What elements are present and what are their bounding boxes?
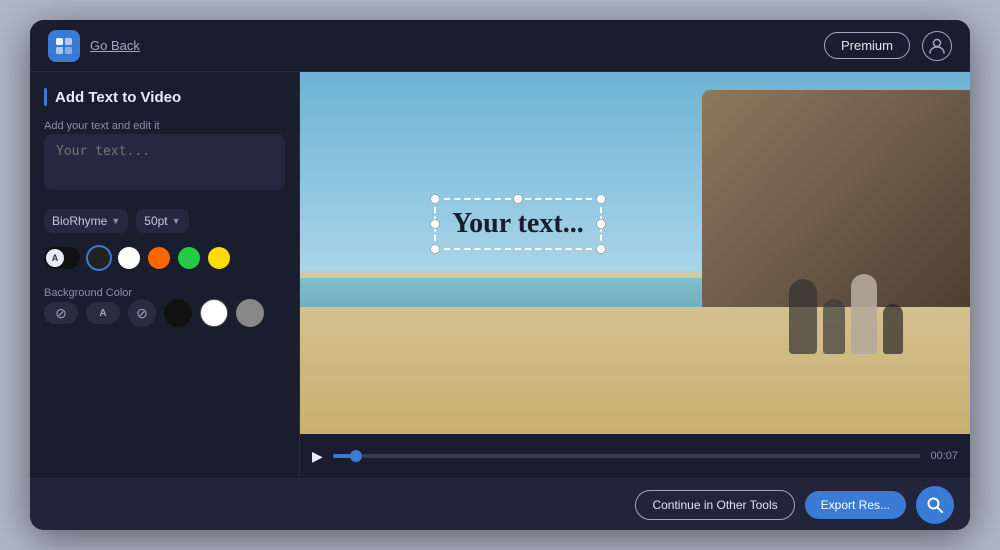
- size-chevron-icon: ▼: [172, 216, 181, 226]
- app-logo: [48, 30, 80, 62]
- font-select[interactable]: BioRhyme ▼: [44, 209, 128, 233]
- bg-color-row: ⊘ A ⊘: [44, 299, 285, 327]
- header-right: Premium: [824, 31, 952, 61]
- user-icon[interactable]: [922, 31, 952, 61]
- video-canvas: Your text...: [300, 72, 970, 434]
- text-color-row: A: [44, 247, 285, 269]
- go-back-link[interactable]: Go Back: [90, 38, 140, 53]
- color-toggle-thumb: A: [46, 249, 64, 267]
- bg-color-section: Background Color ⊘ A ⊘: [44, 283, 285, 327]
- play-button[interactable]: ▶: [312, 448, 323, 465]
- font-size-select[interactable]: 50pt ▼: [136, 209, 188, 233]
- text-overlay-box: Your text...: [434, 198, 602, 250]
- text-overlay-text: Your text...: [452, 208, 584, 240]
- bg-gray-btn[interactable]: [236, 299, 264, 327]
- handle-tl[interactable]: [430, 194, 440, 204]
- text-overlay-container[interactable]: Your text...: [434, 198, 602, 250]
- premium-button[interactable]: Premium: [824, 32, 910, 59]
- time-label: 00:07: [930, 450, 958, 462]
- color-toggle[interactable]: A: [44, 247, 80, 269]
- bg-color-label: Background Color: [44, 287, 285, 299]
- header: Go Back Premium: [30, 20, 970, 72]
- font-controls: BioRhyme ▼ 50pt ▼: [44, 209, 285, 233]
- text-input[interactable]: [44, 134, 285, 190]
- sidebar: Add Text to Video Add your text and edit…: [30, 72, 300, 478]
- text-input-section: Add your text and edit it: [44, 120, 285, 195]
- handle-bl[interactable]: [430, 244, 440, 254]
- text-input-label: Add your text and edit it: [44, 120, 285, 132]
- app-window: Go Back Premium Add Text to Video Add yo…: [30, 20, 970, 530]
- handle-tr[interactable]: [596, 194, 606, 204]
- font-name-label: BioRhyme: [52, 214, 107, 228]
- color-green[interactable]: [178, 247, 200, 269]
- video-area: Your text... ▶ 00:07: [300, 72, 970, 478]
- title-bar: [44, 88, 47, 106]
- beach-scene: [300, 72, 970, 434]
- main-content: Add Text to Video Add your text and edit…: [30, 72, 970, 478]
- handle-tc[interactable]: [513, 194, 523, 204]
- footer: Continue in Other Tools Export Res...: [30, 478, 970, 530]
- bg-slash-btn[interactable]: ⊘: [128, 299, 156, 327]
- bg-text-btn[interactable]: A: [86, 302, 120, 324]
- timeline: ▶ 00:07: [300, 434, 970, 478]
- progress-thumb[interactable]: [350, 450, 362, 462]
- header-left: Go Back: [48, 30, 140, 62]
- handle-ml[interactable]: [430, 219, 440, 229]
- sidebar-title-text: Add Text to Video: [55, 89, 181, 106]
- sidebar-title: Add Text to Video: [44, 88, 285, 106]
- color-black[interactable]: [88, 247, 110, 269]
- bg-none-btn[interactable]: ⊘: [44, 302, 78, 324]
- export-button[interactable]: Export Res...: [805, 491, 906, 519]
- continue-button[interactable]: Continue in Other Tools: [635, 490, 794, 520]
- color-yellow[interactable]: [208, 247, 230, 269]
- color-white[interactable]: [118, 247, 140, 269]
- bg-white-btn[interactable]: [200, 299, 228, 327]
- handle-mr[interactable]: [596, 219, 606, 229]
- search-fab[interactable]: [916, 486, 954, 524]
- color-orange[interactable]: [148, 247, 170, 269]
- handle-br[interactable]: [596, 244, 606, 254]
- font-size-label: 50pt: [144, 214, 167, 228]
- bg-dark-btn[interactable]: [164, 299, 192, 327]
- progress-bar[interactable]: [333, 454, 921, 458]
- font-chevron-icon: ▼: [111, 216, 120, 226]
